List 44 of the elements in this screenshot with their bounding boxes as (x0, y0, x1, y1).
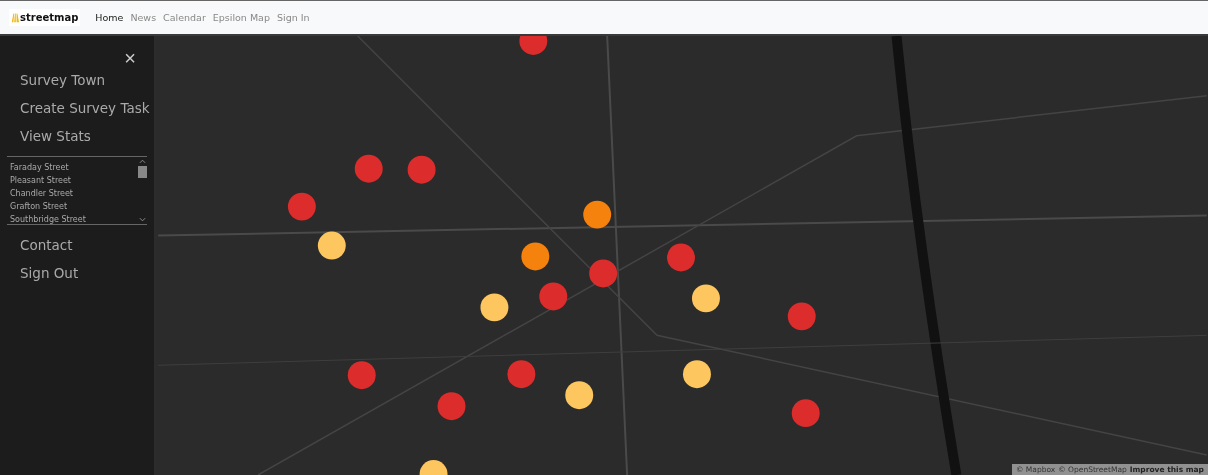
sidebar-link[interactable]: View Stats (0, 124, 154, 152)
map-marker[interactable] (419, 460, 448, 475)
map-marker[interactable] (583, 200, 612, 229)
scrollbar[interactable] (137, 157, 147, 224)
logo-icon (11, 12, 19, 23)
nav-link[interactable]: News (130, 12, 157, 23)
street-item[interactable]: Grafton Street (7, 200, 137, 213)
map-marker[interactable] (287, 192, 316, 221)
map-marker[interactable] (507, 360, 536, 389)
map-marker[interactable] (539, 282, 568, 311)
street-list[interactable]: Faraday Street Pleasant Street Chandler Street Grafton Street Southbridge Street (7, 156, 147, 225)
nav-link[interactable]: Epsilon Map (212, 12, 270, 23)
map-marker[interactable] (667, 243, 695, 272)
map-marker[interactable] (480, 293, 509, 322)
map-marker[interactable] (589, 259, 618, 288)
map-marker[interactable] (565, 381, 594, 410)
street-item[interactable]: Southbridge Street (7, 213, 137, 224)
nav-link[interactable]: Sign In (276, 12, 310, 23)
sidebar-link[interactable]: Sign Out (0, 261, 154, 289)
close-button[interactable]: × (124, 48, 136, 68)
nav-link[interactable]: Home (95, 12, 124, 23)
sidebar-link[interactable]: Contact (0, 233, 154, 261)
map-marker[interactable] (437, 392, 466, 421)
brand-logo[interactable]: streetmap (9, 9, 81, 26)
map-marker[interactable] (519, 36, 548, 55)
map-marker[interactable] (787, 302, 816, 331)
street-item[interactable]: Chandler Street (7, 187, 137, 200)
street-item[interactable]: Faraday Street (7, 161, 137, 174)
map-marker[interactable] (317, 231, 346, 260)
brand-name: streetmap (20, 12, 79, 23)
scroll-down-icon[interactable] (138, 217, 146, 222)
map-marker[interactable] (692, 284, 720, 313)
map-marker[interactable] (521, 242, 550, 271)
map-marker[interactable] (791, 399, 820, 428)
map-marker[interactable] (683, 360, 711, 389)
sidebar-link[interactable]: Create Survey Task (0, 96, 154, 124)
nav-link[interactable]: Calendar (163, 12, 206, 23)
scroll-thumb[interactable] (137, 166, 147, 178)
sidebar-link[interactable]: Survey Town (0, 68, 154, 96)
scroll-up-icon[interactable] (138, 159, 146, 164)
map-marker[interactable] (407, 155, 436, 184)
street-item[interactable]: Pleasant Street (7, 174, 137, 187)
map-marker[interactable] (347, 361, 376, 390)
map-marker[interactable] (354, 154, 383, 183)
